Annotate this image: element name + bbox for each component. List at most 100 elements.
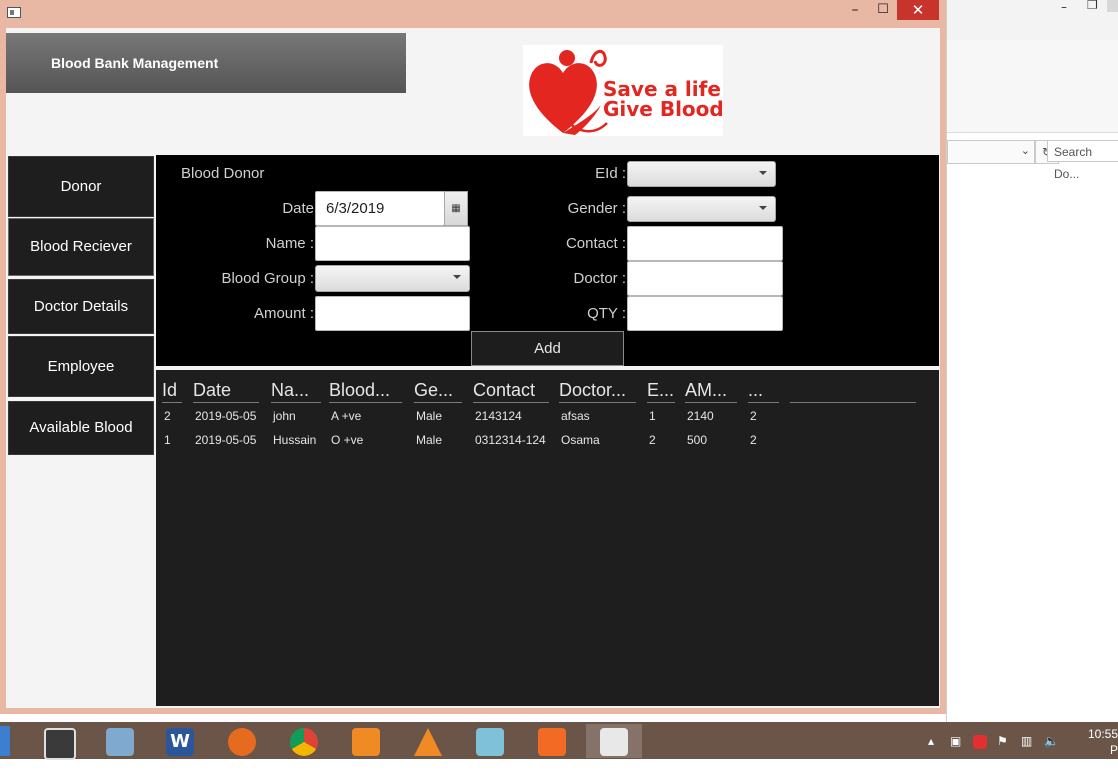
contact-input[interactable] [627,226,783,261]
maximize-button[interactable]: ☐ [870,0,896,20]
cell-name: Hussain [273,433,317,447]
media-player-icon [44,728,76,760]
column-header-name[interactable]: Na... [271,380,321,403]
cell-amount: 500 [687,433,708,447]
save-a-life-logo: Save a life Give Blood [523,45,724,136]
bg-search-input[interactable]: Search Do... [1047,140,1118,181]
cell-doctor: Osama [561,433,600,447]
doctor-label: Doctor : [573,270,626,287]
tray-clock[interactable]: 10:55 P 03-Jun [1078,726,1118,774]
column-header-amount[interactable]: AM... [685,380,737,403]
tray-device-icon[interactable]: ▣ [950,734,961,748]
taskbar-virtualbox[interactable] [92,724,148,758]
tray-flag-icon[interactable]: ⚑ [997,734,1008,748]
chevron-down-icon [453,275,461,279]
tray-network-icon[interactable]: ▥ [1021,734,1032,748]
column-header-filler [790,402,916,403]
column-header-id[interactable]: Id [162,380,182,403]
cell-gender: Male [416,409,443,423]
chevron-down-icon: ⌄ [1020,144,1030,157]
taskbar-chrome[interactable] [276,724,332,758]
sidebar-item-doctor-details[interactable]: Doctor Details [8,279,154,334]
taskbar-xampp[interactable] [524,724,580,758]
eid-label: EId : [595,165,626,182]
blood-group-select[interactable] [315,265,470,292]
taskbar-notepad[interactable] [462,724,518,758]
tray-antivirus-icon[interactable] [973,735,987,749]
uc-browser-icon [352,728,380,756]
cell-qty: 2 [750,433,757,447]
qty-input[interactable] [627,296,783,331]
column-header-gender[interactable]: Ge... [414,380,462,403]
cell-id: 2 [164,409,171,423]
cell-name: john [273,409,296,423]
date-value: 6/3/2019 [326,200,385,217]
amount-input[interactable] [315,296,470,331]
column-header-doctor[interactable]: Doctor... [559,380,636,403]
taskbar-media-player[interactable] [30,724,86,760]
cell-blood: A +ve [331,409,362,423]
virtualbox-icon [106,728,134,756]
heart-logo-icon: Save a life Give Blood [529,49,724,135]
name-label: Name : [265,235,314,252]
cell-eid: 2 [649,433,656,447]
background-window: – ❐ ⌄ ↻ Search Do... [946,0,1118,722]
amount-label: Amount : [253,305,314,322]
gender-label: Gender : [567,200,626,217]
column-header-blood[interactable]: Blood... [329,380,402,403]
qty-label: QTY : [587,305,626,322]
taskbar-uc-browser[interactable] [338,724,394,758]
cell-amount: 2140 [687,409,714,423]
cell-contact: 0312314-124 [475,433,546,447]
form-section-title: Blood Donor [181,165,265,182]
cell-date: 2019-05-05 [195,433,257,447]
close-button[interactable]: ✕ [897,0,939,20]
tray-date: 03-Jun [1081,759,1118,773]
app-window-icon [7,7,21,18]
sidebar-item-blood-reciever[interactable]: Blood Reciever [8,218,154,276]
sidebar-item-available-blood[interactable]: Available Blood [8,401,154,455]
word-icon: W [166,728,194,756]
table-row[interactable] [158,405,918,427]
app-title: Blood Bank Management [51,55,219,71]
tray-volume-icon[interactable]: 🔈 [1044,734,1059,748]
cell-id: 1 [164,433,171,447]
taskbar-firefox[interactable] [214,724,270,758]
gender-select[interactable] [627,196,776,222]
vlc-icon [414,728,442,756]
column-header-contact[interactable]: Contact [473,380,549,403]
sidebar-item-employee[interactable]: Employee [8,336,154,397]
bg-minimize-icon[interactable]: – [1061,0,1067,14]
cell-contact: 2143124 [475,409,522,423]
cell-qty: 2 [750,409,757,423]
minimize-button[interactable]: – [842,0,868,20]
add-button[interactable]: Add [471,331,624,366]
column-header-eid[interactable]: E... [647,380,675,403]
doctor-input[interactable] [627,261,783,296]
taskbar-word[interactable]: W [152,724,208,758]
taskbar-vlc[interactable] [400,724,456,758]
cell-eid: 1 [649,409,656,423]
chevron-down-icon [759,206,767,210]
date-label: Date [282,200,314,217]
notepad-icon [476,728,504,756]
sidebar-item-donor[interactable]: Donor [8,156,154,217]
contact-label: Contact : [565,235,626,252]
java-icon [600,728,628,756]
column-header-qty[interactable]: ... [748,380,779,403]
chevron-down-icon [759,171,767,175]
bg-restore-icon[interactable]: ❐ [1087,0,1098,12]
calendar-icon[interactable]: ▦ [444,191,468,226]
blood-group-label: Blood Group : [221,270,314,287]
firefox-icon [228,728,256,756]
tray-time: 10:55 P [1087,727,1118,757]
cell-doctor: afsas [561,409,590,423]
name-input[interactable] [315,226,470,261]
column-header-date[interactable]: Date [193,380,259,403]
tray-overflow-icon[interactable]: ▴ [928,734,934,748]
bg-address-dropdown[interactable]: ⌄ [947,140,1035,164]
taskbar-edge-app-icon[interactable] [0,726,10,756]
xampp-icon [538,728,566,756]
eid-select[interactable] [627,161,776,187]
taskbar-java[interactable] [586,724,642,758]
